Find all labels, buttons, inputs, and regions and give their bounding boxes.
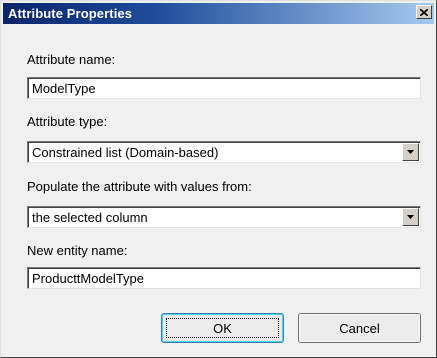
attribute-type-value: Constrained list (Domain-based) — [32, 145, 219, 160]
attribute-type-dropdown-button[interactable] — [402, 143, 419, 161]
new-entity-name-label: New entity name: — [27, 243, 128, 258]
new-entity-name-input[interactable]: ProducttModelType — [27, 267, 421, 289]
attribute-type-label: Attribute type: — [27, 114, 108, 129]
attribute-type-select[interactable]: Constrained list (Domain-based) — [27, 141, 421, 163]
populate-select[interactable]: the selected column — [27, 206, 421, 228]
chevron-down-icon — [407, 215, 414, 219]
dialog-title: Attribute Properties — [8, 6, 133, 21]
populate-label: Populate the attribute with values from: — [27, 179, 252, 194]
focus-ring — [166, 318, 279, 338]
populate-dropdown-button[interactable] — [402, 208, 419, 226]
chevron-down-icon — [407, 150, 414, 154]
cancel-button[interactable]: Cancel — [298, 313, 421, 343]
cancel-button-label: Cancel — [339, 320, 380, 336]
attribute-name-label: Attribute name: — [27, 52, 116, 67]
attribute-name-input[interactable]: ModelType — [27, 77, 421, 99]
close-button[interactable] — [416, 5, 432, 19]
close-icon — [420, 8, 428, 16]
attribute-properties-dialog: Attribute Properties Attribute name: Mod… — [0, 0, 437, 358]
populate-value: the selected column — [32, 210, 148, 225]
ok-button[interactable]: OK — [161, 313, 284, 343]
title-bar[interactable]: Attribute Properties — [3, 3, 434, 24]
